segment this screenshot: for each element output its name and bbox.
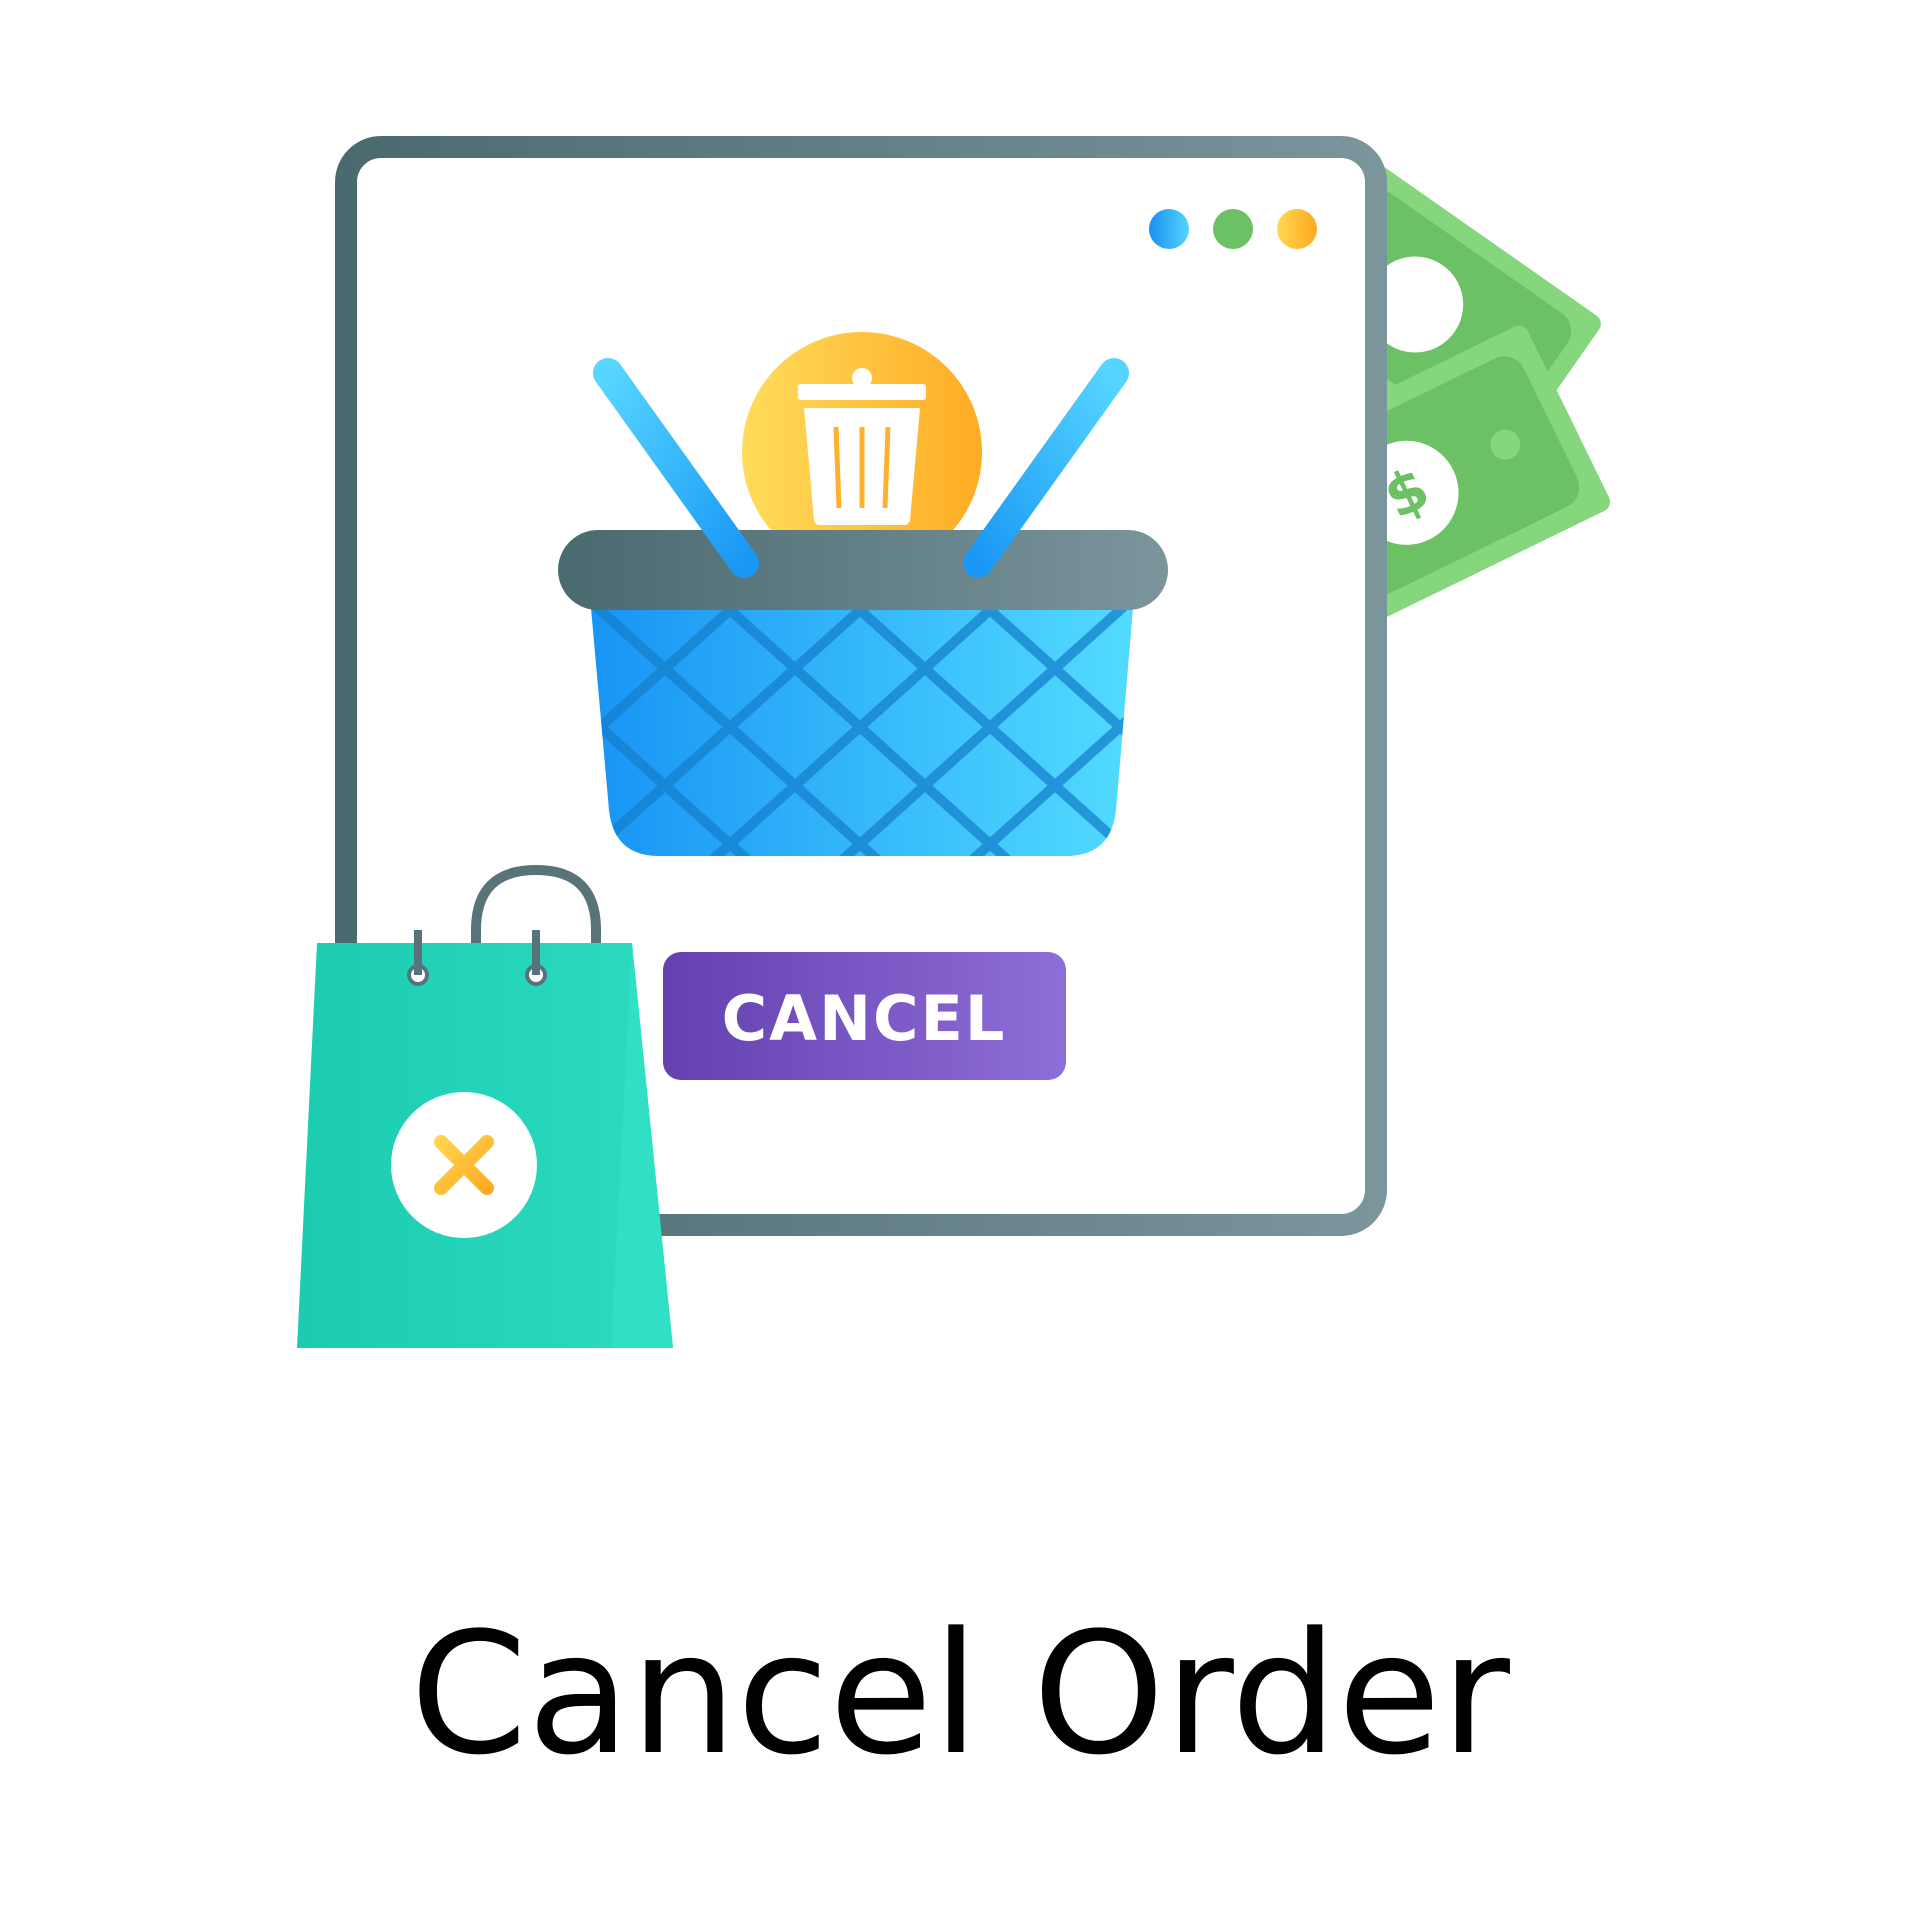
cancel-button-label: CANCEL [722, 982, 1007, 1055]
close-icon [391, 1092, 537, 1238]
window-dot-blue [1149, 209, 1189, 249]
window-dot-green [1213, 209, 1253, 249]
cancel-button[interactable]: CANCEL [663, 952, 1066, 1080]
page-title: Cancel Order [410, 1596, 1510, 1792]
window-dot-orange [1277, 209, 1317, 249]
